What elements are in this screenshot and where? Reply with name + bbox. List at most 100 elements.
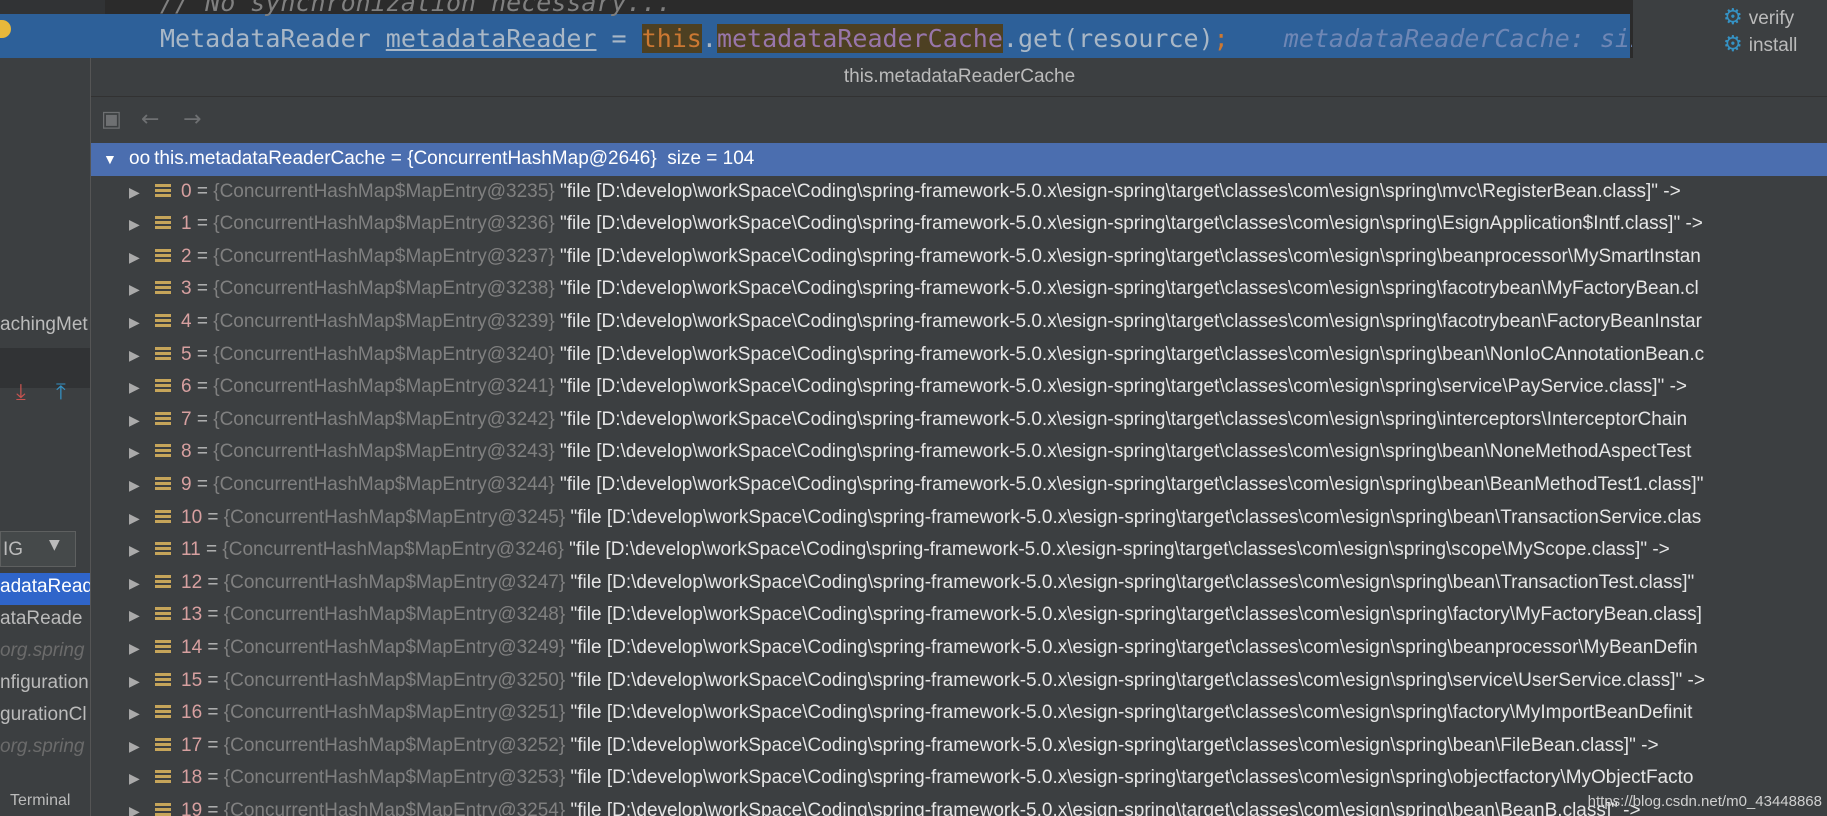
entry-value: "file [D:\develop\workSpace\Coding\sprin…	[570, 734, 1659, 756]
collapsed-triangle-icon[interactable]: ▶	[129, 339, 155, 372]
entry-equals: =	[191, 245, 214, 267]
frame-item[interactable]: achingMet	[0, 314, 88, 336]
collapsed-triangle-icon[interactable]: ▶	[129, 599, 155, 632]
entry-value: "file [D:\develop\workSpace\Coding\sprin…	[570, 604, 1702, 626]
root-value: {ConcurrentHashMap@2646}	[407, 148, 657, 169]
gear-icon: ⚙	[1723, 31, 1743, 56]
map-entry-row[interactable]: ▶ 6 = {ConcurrentHashMap$MapEntry@3241} "…	[91, 371, 1827, 404]
map-entry-row[interactable]: ▶ 3 = {ConcurrentHashMap$MapEntry@3238} "…	[91, 273, 1827, 306]
list-entry-icon	[155, 770, 171, 785]
frame-item[interactable]: org.spring	[0, 640, 85, 662]
entry-equals: =	[191, 180, 214, 202]
collapsed-triangle-icon[interactable]: ▶	[129, 176, 155, 209]
list-entry-icon	[155, 183, 171, 198]
list-entry-icon	[155, 248, 171, 263]
collapsed-triangle-icon[interactable]: ▶	[129, 306, 155, 339]
map-entry-row[interactable]: ▶ 17 = {ConcurrentHashMap$MapEntry@3252} …	[91, 730, 1827, 763]
entry-equals: =	[191, 278, 214, 300]
map-entry-row[interactable]: ▶ 5 = {ConcurrentHashMap$MapEntry@3240} "…	[91, 339, 1827, 372]
map-entry-row[interactable]: ▶ 0 = {ConcurrentHashMap$MapEntry@3235} "…	[91, 176, 1827, 209]
variable-inspect-popup[interactable]: this.metadataReaderCache ▣ ← → ▼ oo this.m…	[90, 58, 1827, 816]
entry-type: {ConcurrentHashMap$MapEntry@3238}	[213, 278, 555, 300]
entry-type: {ConcurrentHashMap$MapEntry@3235}	[213, 180, 555, 202]
entry-index: 1	[181, 213, 192, 235]
collapsed-triangle-icon[interactable]: ▶	[129, 632, 155, 665]
maven-goal-verify[interactable]: ⚙ verify	[1723, 4, 1794, 30]
code-dot: .	[701, 24, 717, 53]
thread-selector[interactable]: IG ▼	[0, 531, 76, 567]
collapsed-triangle-icon[interactable]: ▶	[129, 241, 155, 274]
code-editor[interactable]: // No synchronization necessary... Metad…	[0, 0, 1827, 58]
list-entry-icon	[155, 639, 171, 654]
map-entry-row[interactable]: ▶ 16 = {ConcurrentHashMap$MapEntry@3251} …	[91, 697, 1827, 730]
add-watch-icon[interactable]: ▣	[101, 107, 122, 132]
entry-value: "file [D:\develop\workSpace\Coding\sprin…	[559, 473, 1704, 495]
frame-item[interactable]: org.spring	[0, 736, 85, 758]
entry-value: "file [D:\develop\workSpace\Coding\sprin…	[570, 799, 1641, 816]
chevron-down-icon: ▼	[49, 537, 60, 553]
code-comment-line: // No synchronization necessary...	[160, 0, 672, 17]
map-entry-row[interactable]: ▶ 18 = {ConcurrentHashMap$MapEntry@3253} …	[91, 762, 1827, 795]
map-entry-row[interactable]: ▶ 13 = {ConcurrentHashMap$MapEntry@3248} …	[91, 599, 1827, 632]
collapsed-triangle-icon[interactable]: ▶	[129, 534, 155, 567]
entry-type: {ConcurrentHashMap$MapEntry@3244}	[213, 473, 555, 495]
entry-index: 4	[181, 310, 192, 332]
entry-type: {ConcurrentHashMap$MapEntry@3253}	[223, 767, 566, 789]
frame-item[interactable]: gurationCl	[0, 704, 87, 726]
entry-index: 2	[181, 245, 192, 267]
maven-goal-label: install	[1748, 35, 1798, 56]
collapsed-triangle-icon[interactable]: ▶	[129, 795, 155, 816]
maven-tool-window: ⚙ verify ⚙ install	[1632, 0, 1827, 58]
map-entry-row[interactable]: ▶ 19 = {ConcurrentHashMap$MapEntry@3254} …	[91, 795, 1827, 816]
map-entry-row[interactable]: ▶ 14 = {ConcurrentHashMap$MapEntry@3249} …	[91, 632, 1827, 665]
collapsed-triangle-icon[interactable]: ▶	[129, 567, 155, 600]
collapsed-triangle-icon[interactable]: ▶	[129, 665, 155, 698]
code-assign: =	[596, 24, 642, 53]
collapsed-triangle-icon[interactable]: ▶	[129, 697, 155, 730]
upload-arrow-icon[interactable]: ⤒	[56, 380, 66, 405]
forward-arrow-icon[interactable]: →	[183, 107, 201, 132]
collapsed-triangle-icon[interactable]: ▶	[129, 762, 155, 795]
entry-type: {ConcurrentHashMap$MapEntry@3251}	[223, 702, 566, 724]
entry-type: {ConcurrentHashMap$MapEntry@3249}	[223, 636, 566, 658]
entry-type: {ConcurrentHashMap$MapEntry@3236}	[213, 213, 555, 235]
collapsed-triangle-icon[interactable]: ▶	[129, 371, 155, 404]
collapsed-triangle-icon[interactable]: ▶	[129, 730, 155, 763]
collapsed-triangle-icon[interactable]: ▶	[129, 208, 155, 241]
tree-root-row[interactable]: ▼ oo this.metadataReaderCache = {Concurren…	[91, 143, 1827, 176]
map-entry-row[interactable]: ▶ 2 = {ConcurrentHashMap$MapEntry@3237} "…	[91, 241, 1827, 274]
list-entry-icon	[155, 509, 171, 524]
map-entry-row[interactable]: ▶ 1 = {ConcurrentHashMap$MapEntry@3236} "…	[91, 208, 1827, 241]
download-arrow-icon[interactable]: ⤓	[16, 380, 26, 405]
map-entry-row[interactable]: ▶ 15 = {ConcurrentHashMap$MapEntry@3250} …	[91, 665, 1827, 698]
map-entry-row[interactable]: ▶ 9 = {ConcurrentHashMap$MapEntry@3244} "…	[91, 469, 1827, 502]
collapsed-triangle-icon[interactable]: ▶	[129, 436, 155, 469]
map-entry-row[interactable]: ▶ 10 = {ConcurrentHashMap$MapEntry@3245} …	[91, 502, 1827, 535]
map-entry-row[interactable]: ▶ 4 = {ConcurrentHashMap$MapEntry@3239} "…	[91, 306, 1827, 339]
map-entry-row[interactable]: ▶ 7 = {ConcurrentHashMap$MapEntry@3242} "…	[91, 404, 1827, 437]
entry-value: "file [D:\develop\workSpace\Coding\sprin…	[559, 213, 1703, 235]
entry-index: 12	[181, 571, 203, 593]
expanded-triangle-icon[interactable]: ▼	[103, 143, 129, 176]
terminal-tab[interactable]: Terminal	[0, 786, 90, 816]
entry-equals: =	[202, 767, 224, 789]
collapsed-triangle-icon[interactable]: ▶	[129, 404, 155, 437]
entries-list: ▶ 0 = {ConcurrentHashMap$MapEntry@3235} "…	[91, 176, 1827, 816]
entry-type: {ConcurrentHashMap$MapEntry@3242}	[213, 408, 555, 430]
maven-goal-install[interactable]: ⚙ install	[1723, 31, 1797, 57]
frame-item[interactable]: adataRead	[0, 576, 90, 598]
entry-type: {ConcurrentHashMap$MapEntry@3241}	[213, 376, 555, 398]
back-arrow-icon[interactable]: ←	[141, 107, 159, 132]
frame-item[interactable]: nfiguration	[0, 672, 89, 694]
map-entry-row[interactable]: ▶ 12 = {ConcurrentHashMap$MapEntry@3247} …	[91, 567, 1827, 600]
entry-index: 9	[181, 473, 192, 495]
collapsed-triangle-icon[interactable]: ▶	[129, 273, 155, 306]
entry-equals: =	[200, 539, 223, 561]
frame-item[interactable]: ataReade	[0, 608, 82, 630]
map-entry-row[interactable]: ▶ 11 = {ConcurrentHashMap$MapEntry@3246} …	[91, 534, 1827, 567]
list-entry-icon	[155, 607, 171, 622]
map-entry-row[interactable]: ▶ 8 = {ConcurrentHashMap$MapEntry@3243} "…	[91, 436, 1827, 469]
collapsed-triangle-icon[interactable]: ▶	[129, 469, 155, 502]
entry-equals: =	[191, 441, 214, 463]
collapsed-triangle-icon[interactable]: ▶	[129, 502, 155, 535]
